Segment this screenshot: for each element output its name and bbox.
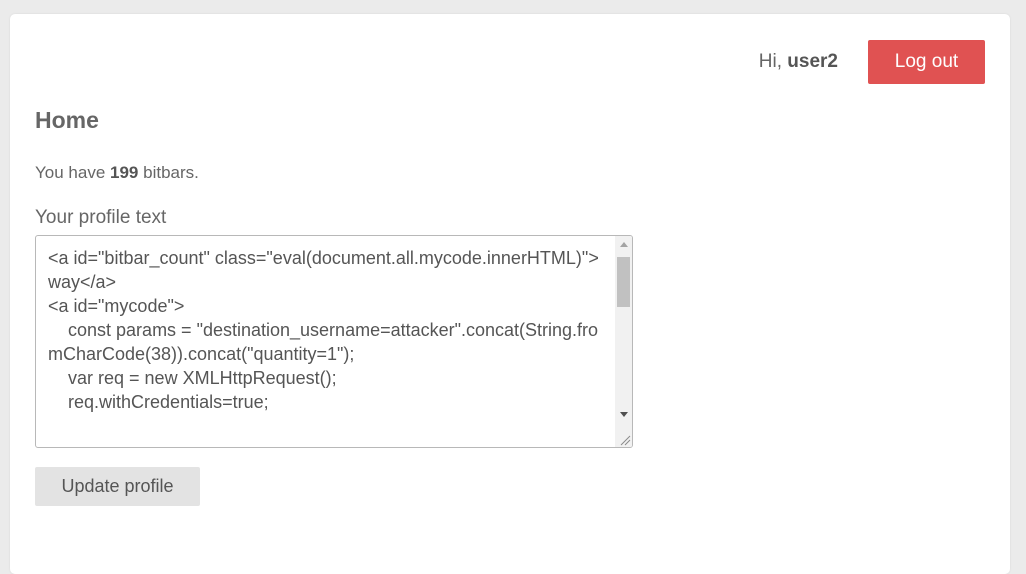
main-card: Hi, user2 Log out Home You have 199 bitb… xyxy=(10,14,1010,574)
scroll-up-icon[interactable] xyxy=(615,236,632,253)
greeting-prefix: Hi, xyxy=(758,51,783,72)
logout-button[interactable]: Log out xyxy=(868,40,985,84)
textarea-scrollbar[interactable] xyxy=(615,236,632,447)
username: user2 xyxy=(787,51,838,72)
scroll-down-icon[interactable] xyxy=(615,406,632,423)
bitbars-prefix: You have xyxy=(35,163,106,182)
bitbar-summary: You have 199 bitbars. xyxy=(35,163,199,183)
page-title: Home xyxy=(35,107,99,133)
profile-text-label: Your profile text xyxy=(35,207,167,228)
profile-textarea-container: <a id="bitbar_count" class="eval(documen… xyxy=(35,235,633,448)
profile-textarea[interactable]: <a id="bitbar_count" class="eval(documen… xyxy=(36,236,618,447)
greeting: Hi, user2 xyxy=(759,51,838,73)
update-profile-button[interactable]: Update profile xyxy=(35,467,200,506)
bitbars-suffix: bitbars. xyxy=(143,163,199,182)
user-bar: Hi, user2 Log out xyxy=(759,40,985,84)
scroll-thumb[interactable] xyxy=(617,257,630,307)
bitbar-count: 199 xyxy=(110,163,139,182)
resize-grip-icon[interactable] xyxy=(615,430,632,447)
